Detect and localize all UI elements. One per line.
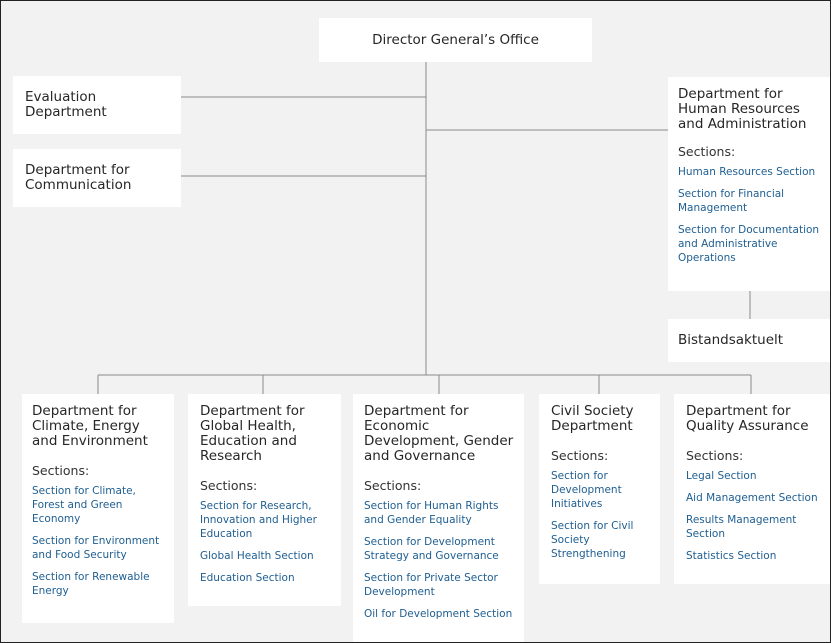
climate-energy-environment-box: Department for Climate, Energy and Envir… — [22, 394, 174, 623]
section-link[interactable]: Section for Financial Management — [678, 187, 822, 215]
section-link[interactable]: Section for Documentation and Administra… — [678, 223, 822, 265]
communication-department-box: Department for Communication — [13, 149, 181, 207]
list-item: Education Section — [200, 571, 331, 585]
sections-label: Sections: — [364, 478, 422, 493]
section-link[interactable]: Education Section — [200, 571, 331, 585]
list-item: Section for Research, Innovation and Hig… — [200, 499, 331, 541]
sections-list: Section for Climate, Forest and Green Ec… — [32, 484, 164, 598]
list-item: Section for Climate, Forest and Green Ec… — [32, 484, 164, 526]
section-link[interactable]: Section for Private Sector Development — [364, 571, 514, 599]
bistandsaktuelt-box: Bistandsaktuelt — [668, 319, 830, 362]
list-item: Section for Civil Society Strengthening — [551, 519, 652, 561]
bistandsaktuelt-title: Bistandsaktuelt — [678, 332, 784, 348]
department-title: Department for Quality Assurance — [686, 403, 809, 434]
section-link[interactable]: Section for Development Initiatives — [551, 469, 652, 511]
list-item: Human Resources Section — [678, 165, 822, 179]
section-link[interactable]: Global Health Section — [200, 549, 331, 563]
section-link[interactable]: Oil for Development Section — [364, 607, 514, 621]
section-link[interactable]: Human Resources Section — [678, 165, 822, 179]
civil-society-department-box: Civil Society Department Sections: Secti… — [539, 394, 660, 584]
section-link[interactable]: Statistics Section — [686, 549, 824, 563]
department-title: Department for Climate, Energy and Envir… — [32, 403, 148, 449]
quality-assurance-department-box: Department for Quality Assurance Section… — [674, 394, 830, 584]
list-item: Section for Renewable Energy — [32, 570, 164, 598]
section-link[interactable]: Section for Renewable Energy — [32, 570, 164, 598]
hr-sections-list: Human Resources Section Section for Fina… — [678, 165, 822, 265]
evaluation-department-box: Evaluation Department — [13, 76, 181, 134]
org-chart: Director General’s Office Evaluation Dep… — [0, 0, 831, 643]
global-health-education-research-box: Department for Global Health, Education … — [188, 394, 341, 606]
sections-list: Section for Development Initiatives Sect… — [551, 469, 652, 561]
sections-list: Legal Section Aid Management Section Res… — [686, 469, 824, 563]
list-item: Oil for Development Section — [364, 607, 514, 621]
hr-department-box: Department for Human Resources and Admin… — [668, 77, 830, 291]
department-title: Civil Society Department — [551, 403, 634, 434]
sections-label: Sections: — [200, 478, 258, 493]
economic-development-gender-governance-box: Department for Economic Development, Gen… — [353, 394, 524, 642]
list-item: Statistics Section — [686, 549, 824, 563]
evaluation-department-title: Evaluation Department — [25, 89, 107, 120]
section-link[interactable]: Section for Development Strategy and Gov… — [364, 535, 514, 563]
sections-list: Section for Research, Innovation and Hig… — [200, 499, 331, 585]
sections-label: Sections: — [678, 144, 736, 159]
sections-label: Sections: — [686, 448, 744, 463]
list-item: Results Management Section — [686, 513, 824, 541]
list-item: Section for Development Initiatives — [551, 469, 652, 511]
list-item: Aid Management Section — [686, 491, 824, 505]
section-link[interactable]: Section for Environment and Food Securit… — [32, 534, 164, 562]
director-title: Director General’s Office — [372, 31, 539, 48]
section-link[interactable]: Results Management Section — [686, 513, 824, 541]
list-item: Section for Human Rights and Gender Equa… — [364, 499, 514, 527]
list-item: Section for Documentation and Administra… — [678, 223, 822, 265]
hr-department-title: Department for Human Resources and Admin… — [678, 86, 807, 132]
department-title: Department for Economic Development, Gen… — [364, 403, 514, 464]
section-link[interactable]: Section for Civil Society Strengthening — [551, 519, 652, 561]
sections-label: Sections: — [551, 448, 609, 463]
director-generals-office-box: Director General’s Office — [319, 18, 592, 62]
section-link[interactable]: Section for Human Rights and Gender Equa… — [364, 499, 514, 527]
sections-list: Section for Human Rights and Gender Equa… — [364, 499, 514, 621]
list-item: Global Health Section — [200, 549, 331, 563]
section-link[interactable]: Section for Climate, Forest and Green Ec… — [32, 484, 164, 526]
section-link[interactable]: Aid Management Section — [686, 491, 824, 505]
sections-label: Sections: — [32, 463, 90, 478]
list-item: Legal Section — [686, 469, 824, 483]
communication-department-title: Department for Communication — [25, 162, 132, 193]
list-item: Section for Development Strategy and Gov… — [364, 535, 514, 563]
department-title: Department for Global Health, Education … — [200, 403, 305, 464]
list-item: Section for Private Sector Development — [364, 571, 514, 599]
list-item: Section for Financial Management — [678, 187, 822, 215]
list-item: Section for Environment and Food Securit… — [32, 534, 164, 562]
section-link[interactable]: Section for Research, Innovation and Hig… — [200, 499, 331, 541]
section-link[interactable]: Legal Section — [686, 469, 824, 483]
